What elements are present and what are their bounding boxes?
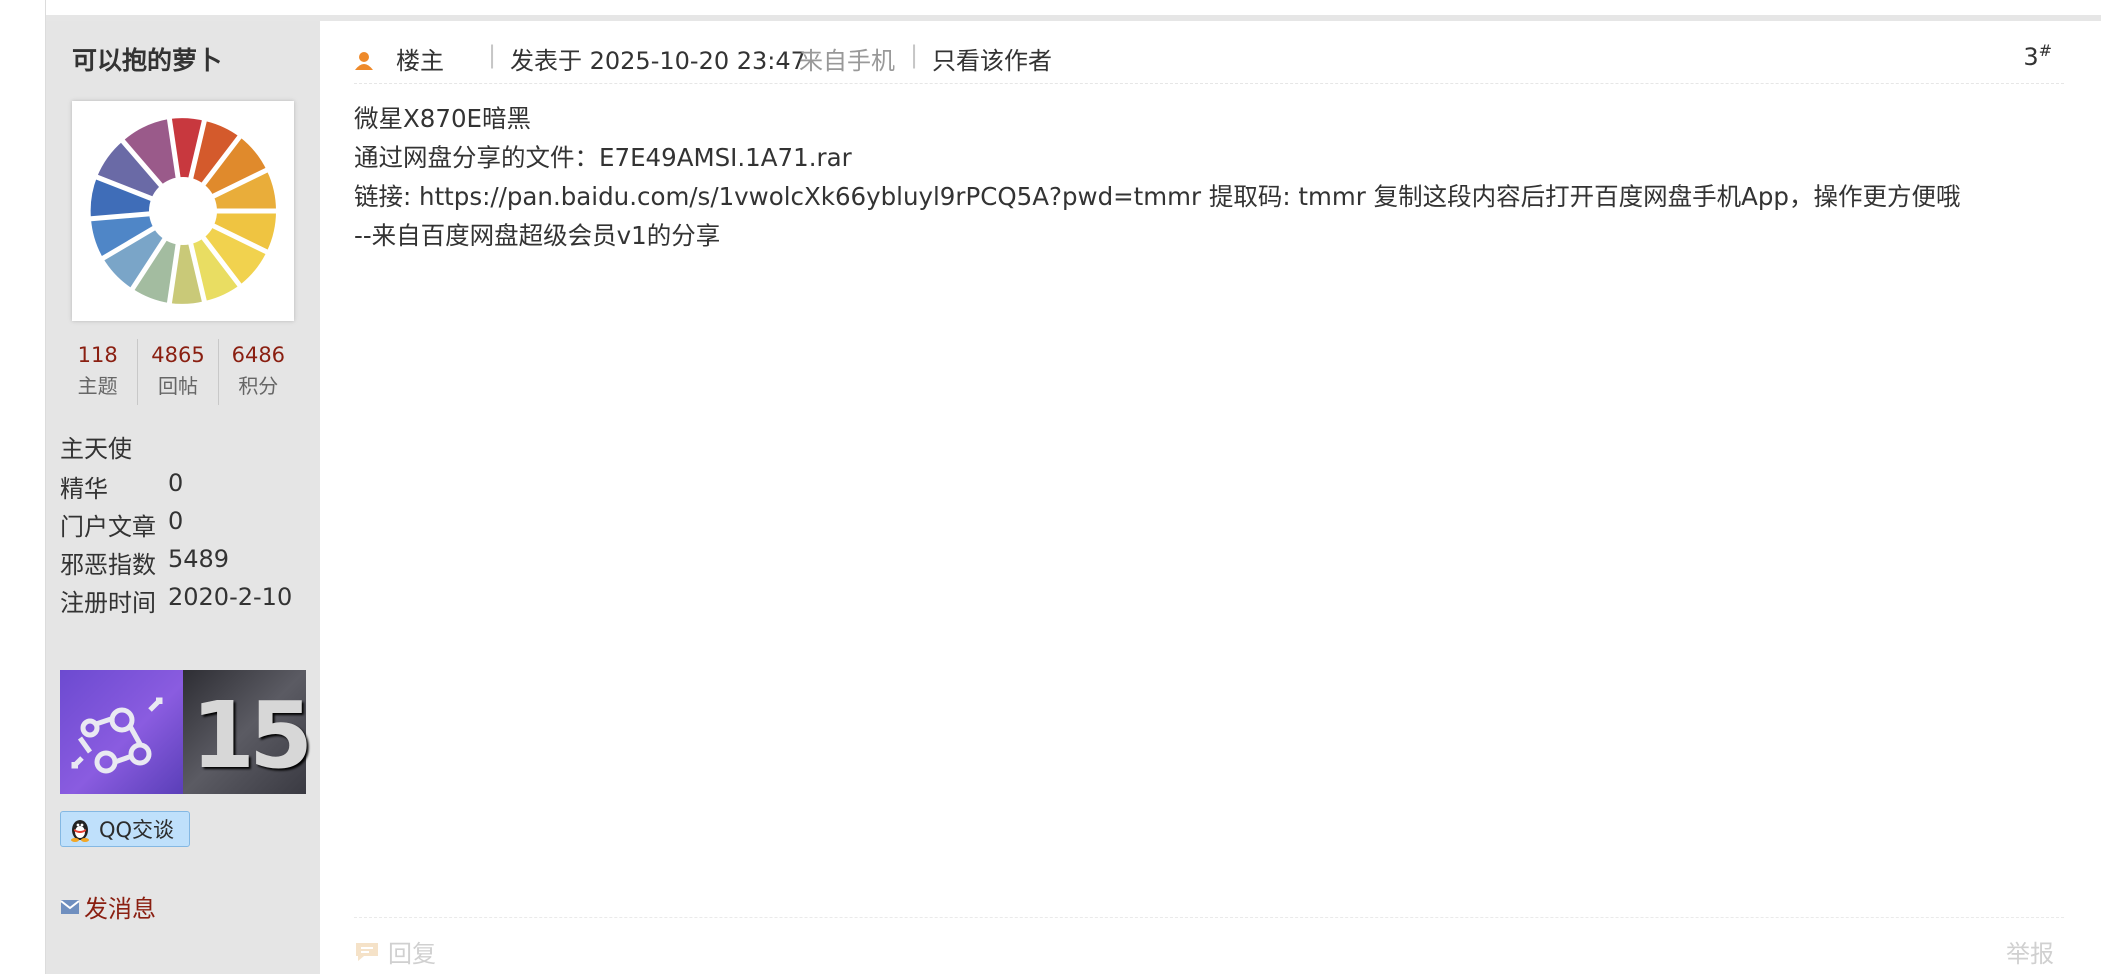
author-icon <box>355 52 373 70</box>
separator: | <box>910 41 919 69</box>
info-key: 注册时间 <box>60 589 156 617</box>
post-content: 微星X870E暗黑 通过网盘分享的文件：E7E49AMSI.1A71.rar 链… <box>354 99 1960 255</box>
report-link[interactable]: 举报 <box>2006 934 2054 969</box>
content-line: --来自百度网盘超级会员v1的分享 <box>354 221 721 250</box>
medal-level-badge[interactable]: 15 <box>183 670 313 794</box>
medal-arrows-badge[interactable] <box>60 670 183 794</box>
floor-number[interactable]: 3# <box>2023 41 2052 71</box>
info-row-evil-index: 邪恶指数 5489 <box>60 545 292 583</box>
stat-threads[interactable]: 118 主题 <box>58 339 139 405</box>
author-username[interactable]: 可以抱的萝卜 <box>72 41 222 77</box>
arrows-badge-icon <box>71 697 163 774</box>
content-line-link[interactable]: 链接: https://pan.baidu.com/s/1vwolcXk66yb… <box>354 177 1960 216</box>
medals: 15 <box>60 670 313 794</box>
user-rank: 主天使 <box>60 435 132 463</box>
info-value: 0 <box>168 507 184 535</box>
avatar[interactable] <box>72 101 294 321</box>
stat-value[interactable]: 4865 <box>138 339 217 371</box>
info-key: 门户文章 <box>60 513 156 541</box>
qq-chat-button[interactable]: QQ交谈 <box>60 811 190 847</box>
stat-replies[interactable]: 4865 回帖 <box>138 339 219 405</box>
send-message-label: 发消息 <box>84 895 156 923</box>
post: 楼主 | 发表于 2025-10-20 23:47 来自手机 | 只看该作者 3… <box>320 21 2101 974</box>
medal-number: 15 <box>191 682 313 789</box>
info-key: 邪恶指数 <box>60 551 156 579</box>
author-sidebar: 可以抱的萝卜 118 主题 4865 回帖 6486 积分 主天使 精华 0 门… <box>46 21 320 974</box>
stat-label: 主题 <box>77 374 118 398</box>
stat-label: 积分 <box>238 374 279 398</box>
avatar-image <box>87 115 279 307</box>
post-footer: 回复 举报 <box>354 917 2064 975</box>
info-row-articles: 门户文章 0 <box>60 507 292 545</box>
stat-points[interactable]: 6486 积分 <box>219 339 298 405</box>
info-value: 2020-2-10 <box>168 583 293 611</box>
info-value: 0 <box>168 469 184 497</box>
reply-label: 回复 <box>388 940 436 968</box>
post-date: 发表于 2025-10-20 23:47 <box>510 47 806 75</box>
post-header: 楼主 | 发表于 2025-10-20 23:47 来自手机 | 只看该作者 3… <box>354 41 2064 84</box>
send-message-link[interactable]: 发消息 <box>60 889 156 924</box>
qq-chat-label: QQ交谈 <box>99 818 175 842</box>
only-author-link[interactable]: 只看该作者 <box>932 41 1052 76</box>
stat-value[interactable]: 118 <box>58 339 137 371</box>
top-strip <box>0 0 2101 21</box>
stat-value[interactable]: 6486 <box>219 339 298 371</box>
qq-penguin-icon <box>71 820 89 842</box>
info-row-digest: 精华 0 <box>60 469 292 507</box>
author-stats: 118 主题 4865 回帖 6486 积分 <box>58 339 298 405</box>
reply-icon <box>356 942 378 961</box>
floor-value: 3 <box>2023 43 2039 71</box>
post-source: 来自手机 <box>799 47 895 75</box>
info-value: 5489 <box>168 545 230 573</box>
mail-icon <box>60 899 80 914</box>
left-gutter <box>0 0 46 974</box>
author-info: 精华 0 门户文章 0 邪恶指数 5489 注册时间 2020-2-10 <box>60 469 292 621</box>
info-key: 精华 <box>60 475 108 503</box>
info-row-register-date: 注册时间 2020-2-10 <box>60 583 292 621</box>
reply-button[interactable]: 回复 <box>354 934 436 969</box>
floor-mark: # <box>2038 41 2052 60</box>
stat-label: 回帖 <box>157 374 198 398</box>
content-line: 微星X870E暗黑 <box>354 104 532 133</box>
content-line: 通过网盘分享的文件：E7E49AMSI.1A71.rar <box>354 143 852 172</box>
author-role[interactable]: 楼主 <box>396 41 444 76</box>
separator: | <box>488 41 497 69</box>
